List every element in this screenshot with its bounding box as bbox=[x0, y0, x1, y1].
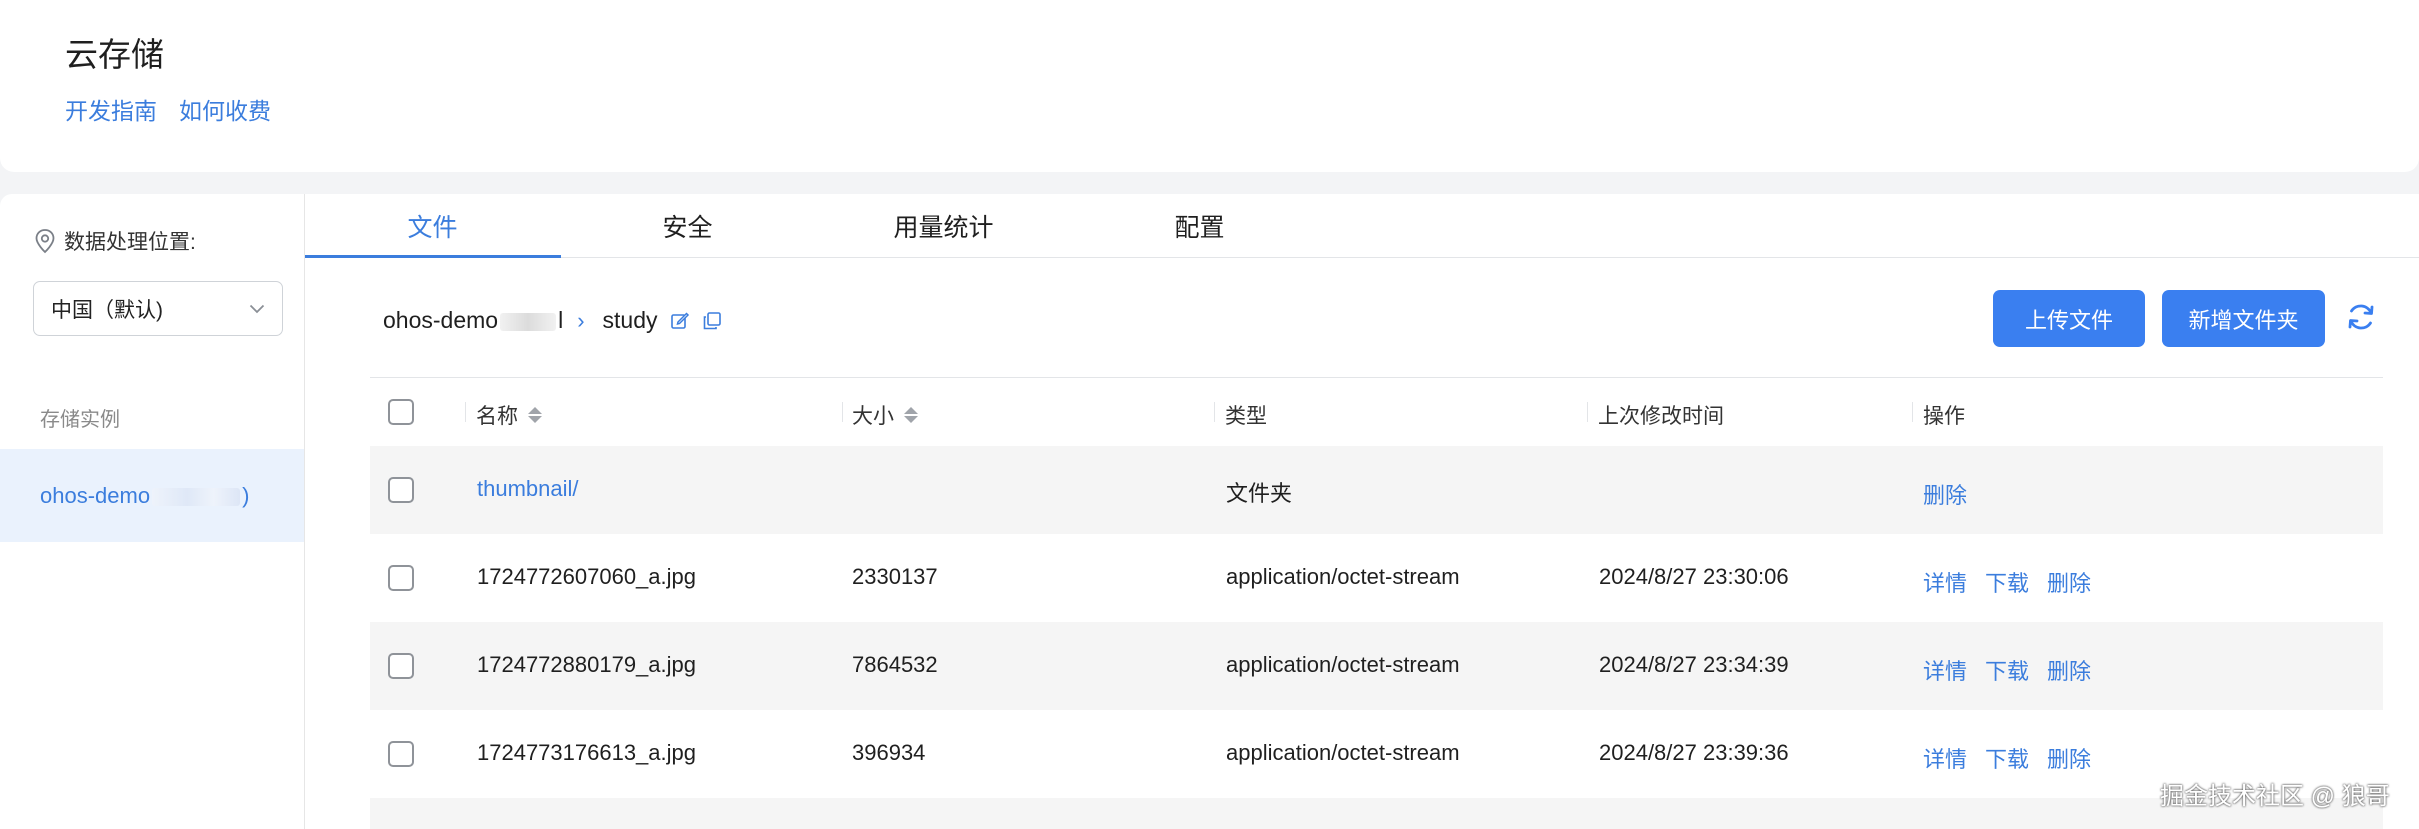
table-row: 1724772880179_a.jpg 7864532 application/… bbox=[370, 622, 2383, 710]
sort-icon bbox=[904, 407, 918, 423]
header-name-label: 名称 bbox=[476, 405, 518, 428]
details-link[interactable]: 详情 bbox=[1923, 654, 1967, 686]
tab-bar: 文件 安全 用量统计 配置 bbox=[305, 194, 2419, 258]
new-folder-button[interactable]: 新增文件夹 bbox=[2162, 290, 2325, 347]
delete-link[interactable]: 删除 bbox=[2047, 654, 2091, 686]
header-links: 开发指南 如何收费 bbox=[65, 92, 271, 126]
file-name: 1724773176613_a.jpg bbox=[477, 740, 697, 765]
pricing-link[interactable]: 如何收费 bbox=[179, 92, 271, 126]
file-name: 1724772607060_a.jpg bbox=[477, 564, 697, 589]
dev-guide-link[interactable]: 开发指南 bbox=[65, 92, 157, 126]
row-checkbox[interactable] bbox=[388, 653, 414, 679]
row-actions: 删除 bbox=[1923, 478, 1967, 510]
delete-link[interactable]: 删除 bbox=[2047, 566, 2091, 598]
row-actions: 详情 下载 删除 bbox=[1923, 742, 2091, 774]
tab-config[interactable]: 配置 bbox=[1072, 208, 1327, 244]
chevron-right-icon: › bbox=[577, 307, 585, 333]
breadcrumb-folder: study bbox=[602, 307, 658, 333]
sidebar-item-instance[interactable]: ohos-demo) bbox=[0, 449, 304, 542]
breadcrumb-bucket[interactable]: ohos-demo l bbox=[383, 307, 563, 334]
location-label: 数据处理位置: bbox=[34, 226, 196, 256]
file-type: application/octet-stream bbox=[1226, 740, 1460, 765]
download-link[interactable]: 下载 bbox=[1985, 654, 2029, 686]
column-divider bbox=[465, 402, 466, 422]
folder-name-link[interactable]: thumbnail/ bbox=[477, 476, 579, 502]
file-modified: 2024/8/27 23:39:36 bbox=[1599, 740, 1789, 765]
file-type: application/octet-stream bbox=[1226, 652, 1460, 677]
chevron-down-icon bbox=[249, 304, 265, 313]
table-row: 1724772607060_a.jpg 2330137 application/… bbox=[370, 534, 2383, 622]
refresh-icon[interactable] bbox=[2345, 301, 2377, 338]
instance-name-suffix: ) bbox=[242, 482, 250, 508]
header-name[interactable]: 名称 bbox=[476, 400, 542, 430]
header-actions: 操作 bbox=[1923, 405, 1965, 428]
download-link[interactable]: 下载 bbox=[1985, 742, 2029, 774]
location-pin-icon bbox=[35, 229, 55, 254]
file-size: 396934 bbox=[852, 740, 926, 765]
tab-files[interactable]: 文件 bbox=[305, 208, 560, 244]
instance-name: ohos-demo) bbox=[40, 483, 249, 509]
page-title: 云存储 bbox=[65, 36, 164, 73]
row-checkbox[interactable] bbox=[388, 565, 414, 591]
column-divider bbox=[1587, 402, 1588, 422]
instances-label: 存储实例 bbox=[40, 409, 120, 431]
header-type: 类型 bbox=[1225, 405, 1267, 428]
column-divider bbox=[842, 402, 843, 422]
file-modified: 2024/8/27 23:34:39 bbox=[1599, 652, 1789, 677]
select-all-checkbox[interactable] bbox=[388, 399, 414, 425]
watermark: 掘金技术社区 @ 狼哥 bbox=[2160, 783, 2390, 810]
tab-usage-stats[interactable]: 用量统计 bbox=[816, 208, 1071, 244]
file-size: 2330137 bbox=[852, 564, 938, 589]
breadcrumb-bucket-label: ohos-demo bbox=[383, 307, 499, 333]
table-row: thumbnail/ 文件夹 删除 bbox=[370, 446, 2383, 534]
column-divider bbox=[1214, 402, 1215, 422]
region-select-value: 中国（默认) bbox=[51, 298, 163, 322]
details-link[interactable]: 详情 bbox=[1923, 742, 1967, 774]
delete-link[interactable]: 删除 bbox=[1923, 478, 1967, 510]
row-checkbox[interactable] bbox=[388, 477, 414, 503]
redacted-blur bbox=[500, 313, 557, 331]
row-checkbox[interactable] bbox=[388, 741, 414, 767]
table-header: 名称 大小 类型 上次修改时间 操作 bbox=[370, 377, 2383, 446]
delete-link[interactable]: 删除 bbox=[2047, 742, 2091, 774]
page-header: 云存储 开发指南 如何收费 bbox=[0, 0, 2419, 172]
header-size-label: 大小 bbox=[852, 405, 894, 428]
file-table: 名称 大小 类型 上次修改时间 操作 thumbnail/ 文件夹 删除 172… bbox=[370, 377, 2383, 829]
upload-file-button[interactable]: 上传文件 bbox=[1993, 290, 2145, 347]
active-tab-indicator bbox=[305, 255, 561, 258]
row-actions: 详情 下载 删除 bbox=[1923, 654, 2091, 686]
instance-name-prefix: ohos-demo bbox=[40, 482, 151, 508]
table-row bbox=[370, 798, 2383, 829]
row-actions: 详情 下载 删除 bbox=[1923, 566, 2091, 598]
tab-security[interactable]: 安全 bbox=[560, 208, 815, 244]
file-size: 7864532 bbox=[852, 652, 938, 677]
file-type: 文件夹 bbox=[1226, 481, 1293, 506]
edit-icon[interactable] bbox=[670, 311, 690, 331]
header-size[interactable]: 大小 bbox=[852, 400, 918, 430]
region-select[interactable]: 中国（默认) bbox=[33, 281, 283, 336]
location-label-text: 数据处理位置: bbox=[64, 231, 196, 254]
details-link[interactable]: 详情 bbox=[1923, 566, 1967, 598]
column-divider bbox=[1912, 402, 1913, 422]
copy-icon[interactable] bbox=[702, 311, 722, 331]
file-type: application/octet-stream bbox=[1226, 564, 1460, 589]
redacted-blur bbox=[152, 487, 241, 506]
download-link[interactable]: 下载 bbox=[1985, 566, 2029, 598]
sort-icon bbox=[528, 407, 542, 423]
header-modified: 上次修改时间 bbox=[1598, 405, 1724, 428]
file-modified: 2024/8/27 23:30:06 bbox=[1599, 564, 1789, 589]
breadcrumb: ohos-demo l › study bbox=[383, 307, 722, 334]
table-row: 1724773176613_a.jpg 396934 application/o… bbox=[370, 710, 2383, 798]
file-name: 1724772880179_a.jpg bbox=[477, 652, 697, 677]
breadcrumb-bucket-tail: l bbox=[558, 307, 564, 333]
